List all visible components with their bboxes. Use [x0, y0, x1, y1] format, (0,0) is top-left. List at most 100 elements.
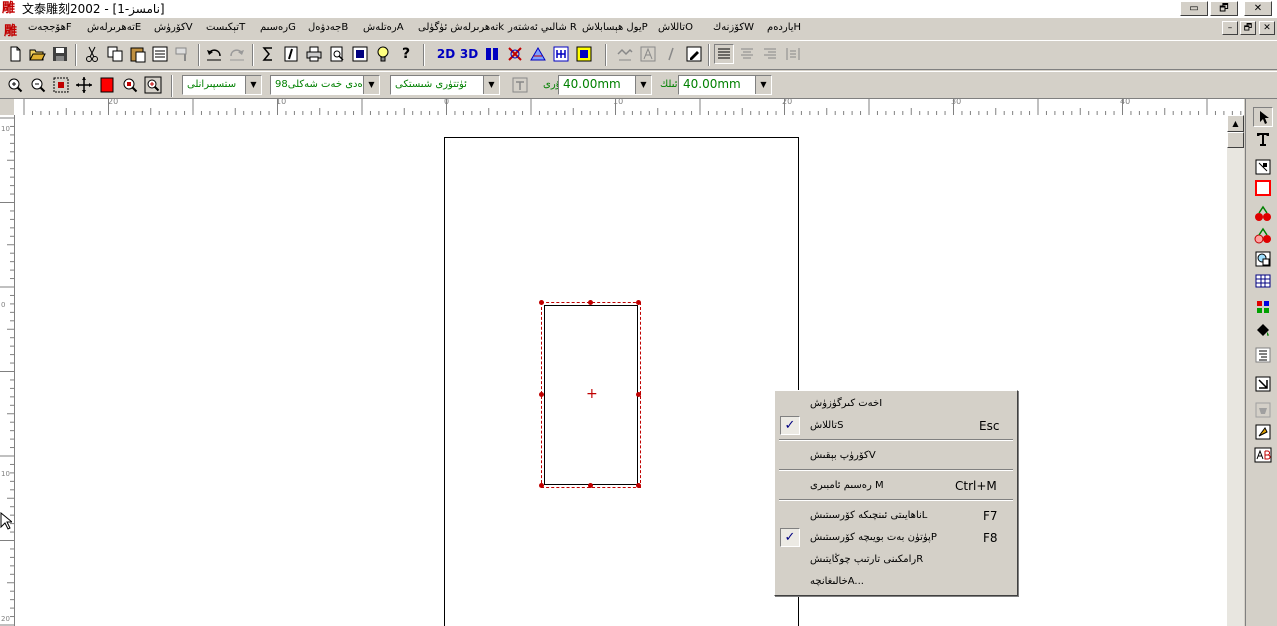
print-preview-icon[interactable]: [327, 44, 347, 64]
chevron-down-icon[interactable]: ▼: [755, 76, 771, 94]
context-item-custom[interactable]: خالىغانچەA...: [777, 571, 1015, 593]
open-folder-icon[interactable]: [27, 44, 47, 64]
align-center-icon[interactable]: [737, 44, 757, 64]
bulb-icon[interactable]: [373, 44, 393, 64]
context-item-select[interactable]: ✓ تاللاشS Esc: [777, 415, 1015, 437]
print-icon[interactable]: [304, 44, 324, 64]
height-field[interactable]: 40.00mm ▼: [678, 75, 772, 95]
table-icon[interactable]: [1253, 271, 1273, 291]
menu-r[interactable]: شالىي ئەشتەر R: [508, 21, 577, 35]
texture-icon[interactable]: [528, 44, 548, 64]
menu-text[interactable]: تېكىستT: [206, 21, 245, 35]
rectangle-icon[interactable]: [1253, 178, 1273, 198]
resize-handle[interactable]: [636, 483, 641, 488]
layer-combo[interactable]: ستسپىرانلى ▼: [182, 75, 262, 95]
align-right-icon[interactable]: [760, 44, 780, 64]
color-grid-icon[interactable]: [1253, 297, 1273, 317]
pan-icon[interactable]: [74, 75, 94, 95]
stamp-icon[interactable]: [1253, 400, 1273, 420]
resize-handle[interactable]: [539, 483, 544, 488]
chevron-down-icon[interactable]: ▼: [483, 76, 499, 94]
italic-i-icon[interactable]: [661, 44, 681, 64]
zoom-in-icon[interactable]: [5, 75, 25, 95]
menu-view[interactable]: كۆرۈشV: [154, 21, 193, 35]
scroll-up-button[interactable]: ▲: [1227, 115, 1244, 132]
frame-icon[interactable]: [350, 44, 370, 64]
edit-node-icon[interactable]: [1253, 422, 1273, 442]
zoom-fit-icon[interactable]: [51, 75, 71, 95]
type-icon[interactable]: [510, 75, 530, 95]
carve-icon[interactable]: [482, 44, 502, 64]
vertical-scrollbar[interactable]: ▲: [1227, 115, 1244, 626]
text-ab-icon[interactable]: [1253, 445, 1273, 465]
sigma-icon[interactable]: [258, 44, 278, 64]
save-icon[interactable]: [50, 44, 70, 64]
resize-handle[interactable]: [539, 392, 544, 397]
mdi-minimize-button[interactable]: –: [1222, 21, 1238, 35]
resize-handle[interactable]: [636, 300, 641, 305]
context-item-full-page[interactable]: ✓ پۈتۈن بەت بويىچە كۆرسىتىشP F8: [777, 527, 1015, 549]
menu-edit-node[interactable]: تەھرىرلەش ئۈگۈلىk: [418, 21, 504, 35]
fill-bucket-icon[interactable]: [1253, 320, 1273, 340]
center-crosshair-icon[interactable]: +: [586, 387, 598, 401]
close-button[interactable]: ✕: [1244, 1, 1272, 16]
text-tool-icon[interactable]: [1253, 129, 1273, 149]
menu-table[interactable]: جەدۋەلB: [308, 21, 348, 35]
menu-arrange[interactable]: رەتلەشA: [363, 21, 404, 35]
color-swatch-icon[interactable]: [97, 75, 117, 95]
context-item-preview[interactable]: كۆرۈپ بېقىشV: [777, 445, 1015, 467]
edit-box-icon[interactable]: [684, 44, 704, 64]
italic-box-icon[interactable]: [281, 44, 301, 64]
zoom-area-icon[interactable]: [120, 75, 140, 95]
paste-special-icon[interactable]: [150, 44, 170, 64]
context-item-input-text[interactable]: خەت كىرگۈزۈشI: [777, 393, 1015, 415]
undo-icon[interactable]: [204, 44, 224, 64]
format-paint-icon[interactable]: [173, 44, 193, 64]
context-item-picture-library[interactable]: رەسىم ئامبىرى M Ctrl+M: [777, 475, 1015, 497]
menu-help[interactable]: ياردەمH: [767, 21, 801, 35]
draw-line-icon[interactable]: [615, 44, 635, 64]
resize-handle[interactable]: [588, 300, 593, 305]
engrave-icon[interactable]: [551, 44, 571, 64]
width-field[interactable]: 40.00mm ▼: [558, 75, 652, 95]
node-edit-icon[interactable]: [1253, 157, 1273, 177]
context-item-fine-view[interactable]: ناھايىتى ئىنچىكە كۆرسىتىشL F7: [777, 505, 1015, 527]
chevron-down-icon[interactable]: ▼: [635, 76, 651, 94]
context-item-zoom-rect[interactable]: رامكىنى تارتىپ چوڭايتىشR: [777, 549, 1015, 571]
align-justify-icon[interactable]: [714, 44, 734, 64]
zoom-out-icon[interactable]: [28, 75, 48, 95]
text-a-icon[interactable]: [638, 44, 658, 64]
3d-icon[interactable]: 3D: [459, 44, 479, 64]
select-arrow-icon[interactable]: [1253, 107, 1273, 127]
zoom-selected-icon[interactable]: [143, 75, 163, 95]
fruit-outline-icon[interactable]: [1253, 226, 1273, 246]
menu-edit[interactable]: تەھرىرلەشE: [87, 21, 141, 35]
menu-picture[interactable]: رەسىمG: [260, 21, 296, 35]
redo-icon[interactable]: [227, 44, 247, 64]
restore-button[interactable]: 🗗: [1210, 1, 1238, 16]
copy-icon[interactable]: [105, 44, 125, 64]
2d-icon[interactable]: 2D: [436, 44, 456, 64]
scroll-thumb[interactable]: [1227, 132, 1244, 148]
resize-handle[interactable]: [588, 483, 593, 488]
help-icon[interactable]: ?: [396, 44, 416, 64]
vertical-ruler[interactable]: 10 0 10 20: [0, 115, 15, 626]
style-combo[interactable]: ئۈتتۈرى شىستكى ▼: [390, 75, 500, 95]
horizontal-ruler[interactable]: 20 10 0 10 20 30 40: [14, 99, 1244, 116]
pattern-icon[interactable]: [505, 44, 525, 64]
new-file-icon[interactable]: [5, 44, 25, 64]
menu-path[interactable]: يول ھېسابلاشP: [582, 21, 648, 35]
menu-file[interactable]: ھۆججەتF: [28, 21, 72, 35]
layout-icon[interactable]: [574, 44, 594, 64]
resize-handle[interactable]: [636, 392, 641, 397]
mdi-restore-button[interactable]: 🗗: [1240, 21, 1256, 35]
paragraph-icon[interactable]: [1253, 345, 1273, 365]
mdi-close-button[interactable]: ✕: [1259, 21, 1275, 35]
align-distribute-icon[interactable]: [783, 44, 803, 64]
font-combo[interactable]: 98ئادەدى خەت شەكلى ▼: [270, 75, 380, 95]
menu-options[interactable]: تاللاشO: [658, 21, 693, 35]
shape-icon[interactable]: [1253, 249, 1273, 269]
erase-icon[interactable]: [1253, 374, 1273, 394]
menu-window[interactable]: كۆزنەكW: [713, 21, 754, 35]
minimize-button[interactable]: ▭: [1180, 1, 1208, 16]
